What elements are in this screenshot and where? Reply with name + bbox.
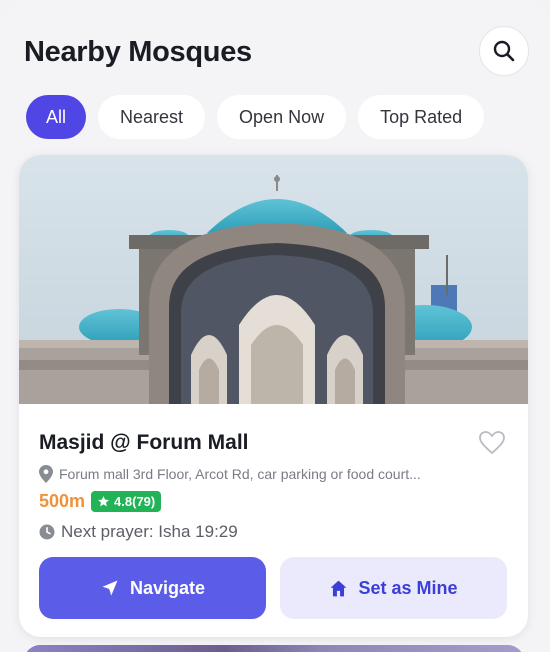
location-pin-icon [39,465,53,483]
next-prayer-text: Next prayer: Isha 19:29 [61,522,238,541]
set-as-mine-label: Set as Mine [358,577,458,598]
mosque-photo [19,155,528,404]
app-screen: Nearby Mosques All Nearest Open Now Top … [0,0,550,652]
meta-row: 500m 4.8(79) [39,491,162,512]
set-as-mine-button[interactable]: Set as Mine [280,557,507,619]
filter-chip-open-now[interactable]: Open Now [217,95,347,139]
home-icon [331,580,347,596]
mosque-card[interactable]: Masjid @ Forum Mall Forum mall 3rd Floor… [19,155,528,637]
header: Nearby Mosques [24,26,529,76]
navigate-label: Navigate [129,577,206,598]
navigation-arrow-icon [102,580,118,596]
favorite-heart-icon[interactable] [478,430,506,456]
address-row: Forum mall 3rd Floor, Arcot Rd, car park… [39,465,479,483]
filter-chip-all[interactable]: All [26,95,87,139]
search-button[interactable] [479,26,529,76]
next-prayer-row: Next prayer: Isha 19:29 [39,522,238,542]
navigate-button[interactable]: Navigate [39,557,266,619]
distance-value: 500m [39,491,86,511]
clock-icon [39,524,55,540]
rating-badge: 4.8(79) [91,491,162,512]
next-mosque-card-peek[interactable] [24,645,524,652]
address-text: Forum mall 3rd Floor, Arcot Rd, car park… [59,466,421,482]
filter-chips: All Nearest Open Now Top Rated [26,95,485,139]
rating-value: 4.8(79) [114,494,156,509]
filter-chip-top-rated[interactable]: Top Rated [358,95,485,139]
search-icon [493,40,515,62]
mosque-name: Masjid @ Forum Mall [39,431,249,454]
filter-chip-nearest[interactable]: Nearest [98,95,206,139]
page-title: Nearby Mosques [24,35,252,68]
star-icon [98,496,109,507]
